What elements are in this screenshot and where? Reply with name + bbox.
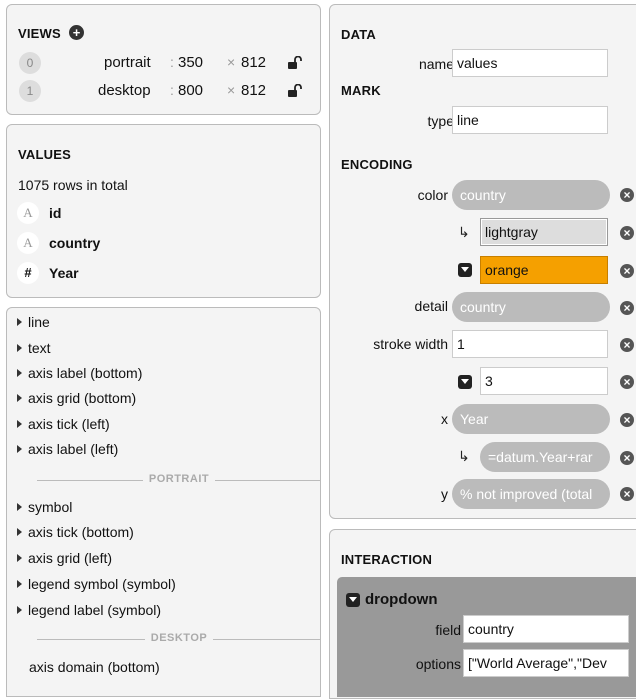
color-default-input[interactable]: lightgray: [480, 218, 608, 246]
field-label: field: [435, 622, 461, 638]
x-label: x: [441, 411, 448, 427]
layer-item[interactable]: axis label (left): [17, 441, 118, 457]
layer-item[interactable]: axis domain (bottom): [29, 659, 160, 675]
interaction-title: INTERACTION: [341, 552, 433, 567]
view-width[interactable]: 350: [178, 54, 203, 71]
view-name: portrait: [104, 54, 151, 71]
string-type-icon: A: [17, 232, 39, 254]
remove-icon[interactable]: ×: [620, 226, 634, 240]
view-index-badge: 1: [19, 80, 41, 102]
color-field-pill[interactable]: country: [452, 180, 610, 210]
view-times: ×: [227, 82, 236, 98]
expand-triangle-icon: [17, 528, 22, 536]
values-panel: VALUES 1075 rows in total A id A country…: [6, 124, 321, 298]
expand-triangle-icon: [17, 420, 22, 428]
field-name[interactable]: id: [49, 205, 61, 221]
properties-panel: DATA name values MARK type line ENCODING…: [329, 4, 636, 519]
mark-title: MARK: [341, 83, 381, 98]
add-view-icon[interactable]: +: [69, 25, 84, 40]
branch-arrow-icon: ↳: [458, 448, 470, 464]
y-label: y: [441, 486, 448, 502]
remove-icon[interactable]: ×: [620, 413, 634, 427]
remove-icon[interactable]: ×: [620, 264, 634, 278]
interaction-panel: INTERACTION dropdown field country optio…: [329, 529, 636, 699]
view-width[interactable]: 800: [178, 82, 203, 99]
number-type-icon: #: [17, 262, 39, 284]
expand-triangle-icon: [17, 580, 22, 588]
view-index-badge: 0: [19, 52, 41, 74]
string-type-icon: A: [17, 202, 39, 224]
x-expression-pill[interactable]: =datum.Year+rar: [480, 442, 610, 472]
layer-item[interactable]: axis grid (bottom): [17, 390, 136, 406]
layer-item[interactable]: axis tick (bottom): [17, 524, 134, 540]
unlock-icon[interactable]: [288, 83, 302, 97]
row-count: 1075 rows in total: [18, 177, 128, 193]
condition-dropdown-icon[interactable]: [458, 263, 472, 277]
condition-dropdown-icon[interactable]: [458, 375, 472, 389]
unlock-icon[interactable]: [288, 55, 302, 69]
branch-arrow-icon: ↳: [458, 224, 470, 240]
field-name[interactable]: country: [49, 235, 100, 251]
stroke-width-input[interactable]: 1: [452, 330, 608, 358]
expand-triangle-icon: [17, 369, 22, 377]
x-field-pill[interactable]: Year: [452, 404, 610, 434]
layers-panel: line text axis label (bottom) axis grid …: [6, 307, 321, 697]
remove-icon[interactable]: ×: [620, 487, 634, 501]
layer-item[interactable]: legend symbol (symbol): [17, 576, 176, 592]
widget-name: dropdown: [365, 591, 438, 608]
expand-triangle-icon: [17, 445, 22, 453]
view-name: desktop: [98, 82, 151, 99]
view-times: ×: [227, 54, 236, 70]
options-label: options: [415, 656, 461, 672]
encoding-title: ENCODING: [341, 157, 413, 172]
layer-item[interactable]: legend label (symbol): [17, 602, 161, 618]
mark-type-label: type: [427, 113, 454, 129]
layer-item[interactable]: axis label (bottom): [17, 365, 142, 381]
expand-triangle-icon: [17, 606, 22, 614]
portrait-separator: PORTRAIT: [37, 473, 321, 487]
layer-item[interactable]: axis grid (left): [17, 550, 112, 566]
expand-triangle-icon: [17, 344, 22, 352]
layer-item[interactable]: symbol: [17, 499, 72, 515]
stroke-width-label: stroke width: [373, 336, 448, 352]
layer-item[interactable]: text: [17, 340, 51, 356]
color-label: color: [417, 187, 448, 203]
portrait-separator-label: PORTRAIT: [142, 473, 216, 485]
field-name[interactable]: Year: [49, 265, 79, 281]
view-colon: :: [170, 54, 174, 70]
remove-icon[interactable]: ×: [620, 375, 634, 389]
layer-item[interactable]: line: [17, 314, 50, 330]
expand-triangle-icon: [17, 318, 22, 326]
view-colon: :: [170, 82, 174, 98]
view-height[interactable]: 812: [241, 82, 266, 99]
layer-item[interactable]: axis tick (left): [17, 416, 110, 432]
views-panel: VIEWS + 0 portrait : 350 × 812 1 desktop…: [6, 4, 321, 115]
expand-triangle-icon: [17, 394, 22, 402]
stroke-selected-input[interactable]: 3: [480, 367, 608, 395]
remove-icon[interactable]: ×: [620, 301, 634, 315]
collapse-toggle-icon[interactable]: [346, 593, 360, 607]
detail-field-pill[interactable]: country: [452, 292, 610, 322]
remove-icon[interactable]: ×: [620, 188, 634, 202]
desktop-separator-label: DESKTOP: [144, 632, 214, 644]
interaction-field-input[interactable]: country: [463, 615, 629, 643]
remove-icon[interactable]: ×: [620, 451, 634, 465]
view-height[interactable]: 812: [241, 54, 266, 71]
data-title: DATA: [341, 27, 376, 42]
color-selected-input[interactable]: orange: [480, 256, 608, 284]
remove-icon[interactable]: ×: [620, 338, 634, 352]
detail-label: detail: [414, 298, 448, 314]
expand-triangle-icon: [17, 554, 22, 562]
views-title: VIEWS: [18, 26, 61, 41]
expand-triangle-icon: [17, 503, 22, 511]
y-field-pill[interactable]: % not improved (total: [452, 479, 610, 509]
interaction-options-input[interactable]: ["World Average","Dev: [463, 649, 629, 677]
data-name-input[interactable]: values: [452, 49, 608, 77]
data-name-label: name: [418, 56, 454, 72]
values-title: VALUES: [18, 147, 71, 162]
desktop-separator: DESKTOP: [37, 632, 321, 646]
mark-type-input[interactable]: line: [452, 106, 608, 134]
